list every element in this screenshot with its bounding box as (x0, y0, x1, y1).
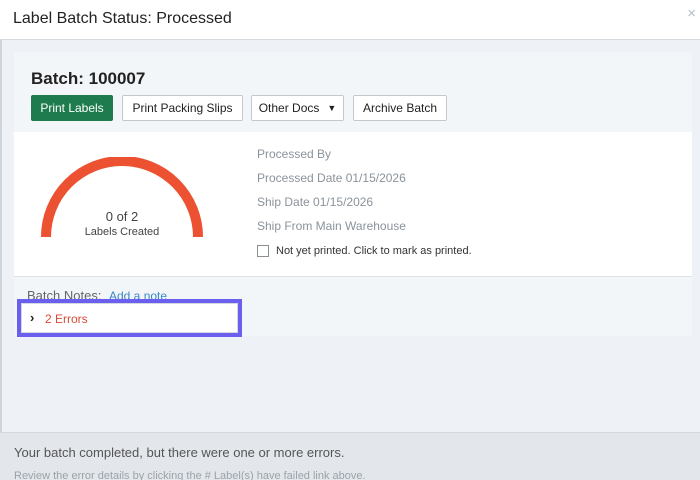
printed-checkbox-label[interactable]: Not yet printed. Click to mark as printe… (276, 245, 472, 257)
gauge-count: 0 of 2 (105, 209, 139, 224)
footer-message: Your batch completed, but there were one… (14, 445, 345, 460)
errors-expander[interactable]: › 2 Errors (17, 299, 242, 337)
other-docs-label: Other Docs (258, 101, 320, 115)
processed-date: Processed Date 01/15/2026 (257, 171, 406, 185)
ship-from: Ship From Main Warehouse (257, 219, 406, 233)
archive-batch-button[interactable]: Archive Batch (353, 95, 447, 121)
other-docs-dropdown[interactable]: Other Docs ▼ (251, 95, 344, 121)
printed-checkbox[interactable] (257, 245, 269, 257)
left-edge-divider (0, 40, 2, 480)
errors-row: › 2 Errors (21, 303, 238, 333)
errors-label: 2 Errors (45, 312, 88, 326)
status-footer: Your batch completed, but there were one… (0, 432, 700, 480)
close-icon[interactable]: × (687, 5, 696, 22)
modal-header: Label Batch Status: Processed × (0, 0, 700, 40)
ship-date: Ship Date 01/15/2026 (257, 195, 374, 209)
batch-title: Batch: 100007 (31, 69, 146, 88)
section-divider (14, 276, 692, 277)
chevron-right-icon: › (30, 310, 35, 325)
modal-title: Label Batch Status: Processed (13, 10, 232, 27)
processed-by: Processed By (257, 147, 332, 161)
caret-down-icon: ▼ (327, 103, 337, 113)
print-labels-button[interactable]: Print Labels (31, 95, 113, 121)
print-packing-slips-button[interactable]: Print Packing Slips (122, 95, 243, 121)
footer-hint: Review the error details by clicking the… (14, 470, 366, 480)
gauge-label: Labels Created (84, 226, 160, 238)
